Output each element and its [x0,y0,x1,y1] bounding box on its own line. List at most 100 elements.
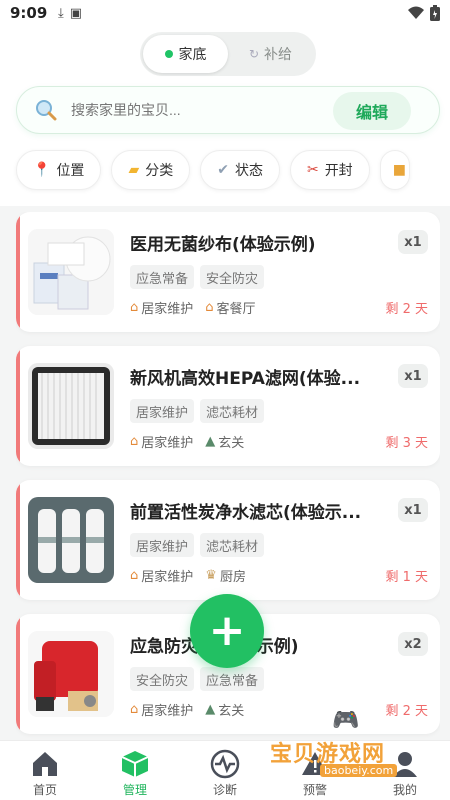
item-remaining: 剩 2 天 [385,302,428,317]
cube-icon [121,751,149,777]
item-quantity: x2 [398,632,428,656]
item-locations: ⌂ 居家维护 ▲ 玄关 [130,700,244,719]
item-room: ▲ 玄关 [205,700,244,719]
item-space-label: 居家维护 [141,436,194,451]
expiry-bar [16,480,20,600]
tab-home[interactable]: 首页 [0,741,90,800]
tab-profile-label: 我的 [392,783,417,797]
item-image [28,631,114,717]
item-tag: 应急常备 [200,667,265,691]
active-dot [164,50,173,58]
item-quantity: x1 [398,364,428,388]
chef-icon: ♛ [205,568,217,583]
tab-inventory[interactable]: 家底 [143,35,228,73]
status-time: 9:09 [10,4,48,22]
item-space: ⌂ 居家维护 [130,432,193,451]
folder-icon: ▰ [128,162,140,178]
filter-status-label: 状态 [234,163,263,179]
filter-location[interactable]: 📍 位置 [16,150,102,190]
item-image [28,363,114,449]
item-space: ⌂ 居家维护 [130,700,193,719]
filter-category[interactable]: ▰ 分类 [111,150,191,190]
tab-profile[interactable]: 我的 [360,741,450,800]
filter-chips: 📍 位置 ▰ 分类 ✔ 状态 ✂ 开封 ■ [16,150,410,190]
item-image [28,229,114,315]
house-icon: ⌂ [130,702,139,717]
wifi-icon [408,6,424,19]
item-tags: 居家维护 滤芯耗材 [130,399,265,423]
add-item-button[interactable]: + [190,594,264,668]
item-room: ⌂ 客餐厅 [205,298,255,317]
item-tag: 滤芯耗材 [200,399,265,423]
item-room-label: 厨房 [219,570,246,585]
tab-manage-label: 管理 [122,783,147,797]
item-quantity: x1 [398,498,428,522]
tab-diagnose[interactable]: 诊断 [180,741,270,800]
bottom-tab-bar: 首页 管理 诊断 预警 我的 [0,740,450,800]
user-icon [393,752,417,777]
alert-icon [302,752,328,775]
item-space-label: 居家维护 [141,704,194,719]
item-tag: 安全防灾 [200,265,265,289]
status-bar: 9:09 ⤓ ▣ [0,0,450,26]
sim-icon: ▣ [69,5,83,21]
pulse-icon [210,749,240,779]
item-room: ▲ 玄关 [205,432,244,451]
expiry-bar [16,212,20,332]
item-remaining: 剩 1 天 [385,570,428,585]
filter-status[interactable]: ✔ 状态 [200,150,280,190]
item-tags: 安全防灾 应急常备 [130,667,265,691]
item-tags: 居家维护 滤芯耗材 [130,533,265,557]
filter-opened[interactable]: ✂ 开封 [289,150,370,190]
expiry-bar [16,614,20,734]
tab-supply[interactable]: ↻ 补给 [228,35,313,73]
item-tag: 安全防灾 [130,667,195,691]
item-tag: 居家维护 [130,533,195,557]
tab-inventory-label: 家底 [178,47,207,63]
house-icon: ⌂ [130,568,139,583]
filter-category-label: 分类 [145,163,174,179]
item-tag: 应急常备 [130,265,195,289]
tab-alerts[interactable]: 预警 [270,741,360,800]
item-space: ⌂ 居家维护 [130,566,193,585]
list-item[interactable]: 新风机高效HEPA滤网(体验... x1 居家维护 滤芯耗材 ⌂ 居家维护 ▲ 玄关… [16,346,440,466]
tab-home-label: 首页 [32,783,57,797]
item-space-label: 居家维护 [141,570,194,585]
item-title: 前置活性炭净水滤芯(体验示... [130,503,362,523]
list-item[interactable]: 前置活性炭净水滤芯(体验示... x1 居家维护 滤芯耗材 ⌂ 居家维护 ♛ 厨房 … [16,480,440,600]
filter-opened-label: 开封 [324,163,353,179]
expiry-bar [16,346,20,466]
item-locations: ⌂ 居家维护 ▲ 玄关 [130,432,244,451]
edit-button[interactable]: 编辑 [333,92,411,130]
tab-alerts-label: 预警 [302,783,327,797]
box-icon: ■ [392,162,406,178]
home-icon [33,752,57,776]
item-space-label: 居家维护 [141,302,194,317]
tab-diagnose-label: 诊断 [212,783,237,797]
refresh-icon: ↻ [248,47,260,61]
item-locations: ⌂ 居家维护 ♛ 厨房 [130,566,246,585]
view-switch: 家底 ↻ 补给 [140,32,316,76]
pin-icon: 📍 [33,162,51,178]
plus-icon: + [208,605,246,656]
house-icon: ⌂ [130,300,139,315]
item-locations: ⌂ 居家维护 ⌂ 客餐厅 [130,298,256,317]
list-item[interactable]: 医用无菌纱布(体验示例) x1 应急常备 安全防灾 ⌂ 居家维护 ⌂ 客餐厅 剩 2… [16,212,440,332]
tab-supply-label: 补给 [264,47,293,63]
tab-manage[interactable]: 管理 [90,741,180,800]
scissors-icon: ✂ [306,162,319,178]
search-input[interactable] [71,102,321,118]
search-icon [36,100,57,121]
check-icon: ✔ [217,162,229,178]
filter-location-label: 位置 [56,163,85,179]
item-title: 医用无菌纱布(体验示例) [130,235,316,255]
item-image [28,497,114,583]
battery-icon [430,5,440,21]
house-icon: ⌂ [130,434,139,449]
header: 家底 ↻ 补给 编辑 📍 位置 ▰ 分类 ✔ 状态 ✂ 开封 [0,26,450,206]
mountain-icon: ▲ [205,702,216,717]
item-space: ⌂ 居家维护 [130,298,193,317]
item-remaining: 剩 3 天 [385,436,428,451]
item-room-label: 玄关 [218,704,245,719]
filter-more[interactable]: ■ [379,150,410,190]
